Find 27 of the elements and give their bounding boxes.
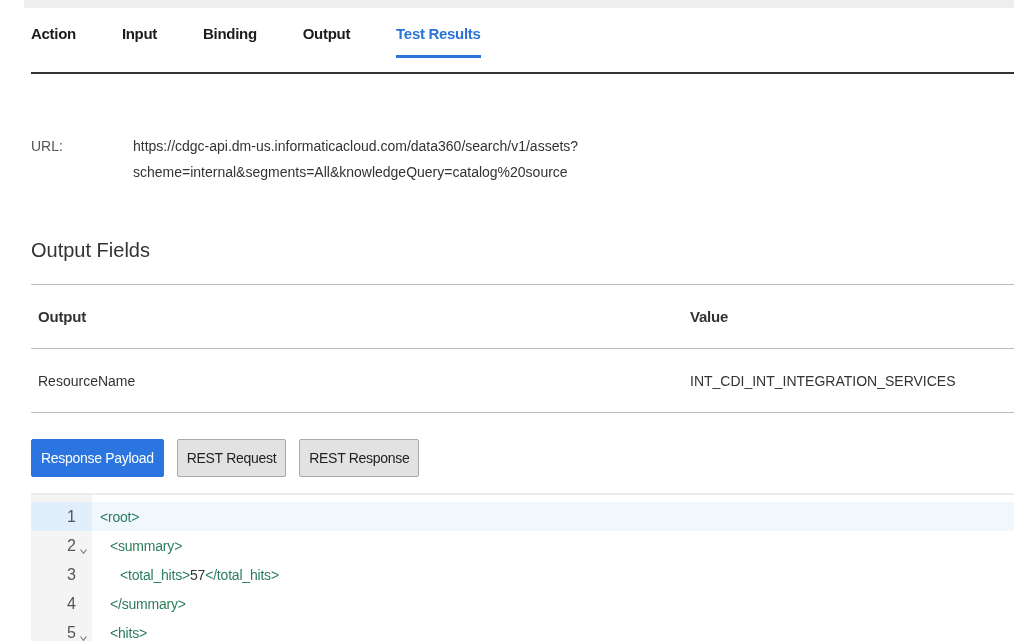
url-label: URL: (31, 137, 64, 156)
tab[interactable]: Binding (203, 8, 257, 58)
tab[interactable]: Input (121, 8, 158, 58)
line-number: 5 (67, 623, 76, 641)
code-line: <hits> (110, 624, 147, 641)
column-header: Value (689, 308, 730, 325)
chevron-down-icon[interactable] (80, 636, 87, 641)
table-cell-text: ResourceName (37, 372, 137, 389)
tab[interactable]: Test Results (396, 8, 481, 58)
line-number: 2 (67, 536, 76, 555)
line-number: 3 (67, 565, 76, 584)
view-toggle-button[interactable]: Response Payload (31, 439, 164, 477)
code-line: <root> (100, 508, 140, 525)
code-line: <total_hits>57</total_hits> (120, 566, 279, 583)
section-title: Output Fields (31, 238, 151, 263)
view-toggle-button[interactable]: REST Request (176, 439, 287, 477)
tab[interactable]: Output (302, 8, 351, 58)
chevron-down-icon[interactable] (80, 549, 87, 554)
line-number: 4 (67, 594, 76, 613)
table-cell-text: INT_CDI_INT_INTEGRATION_SERVICES (689, 372, 957, 389)
column-header: Output (37, 308, 87, 325)
url-value: https://cdgc-api.dm-us.informaticacloud.com/data360/search/v1/assets?scheme=internal&segments=All&knowledgeQuery=catalog%20source (133, 137, 580, 182)
view-toggle-button[interactable]: REST Response (299, 439, 420, 477)
code-line: <summary> (110, 537, 183, 554)
line-number: 1 (67, 507, 76, 526)
code-line: </summary> (110, 595, 186, 612)
tab[interactable]: Action (31, 8, 76, 58)
